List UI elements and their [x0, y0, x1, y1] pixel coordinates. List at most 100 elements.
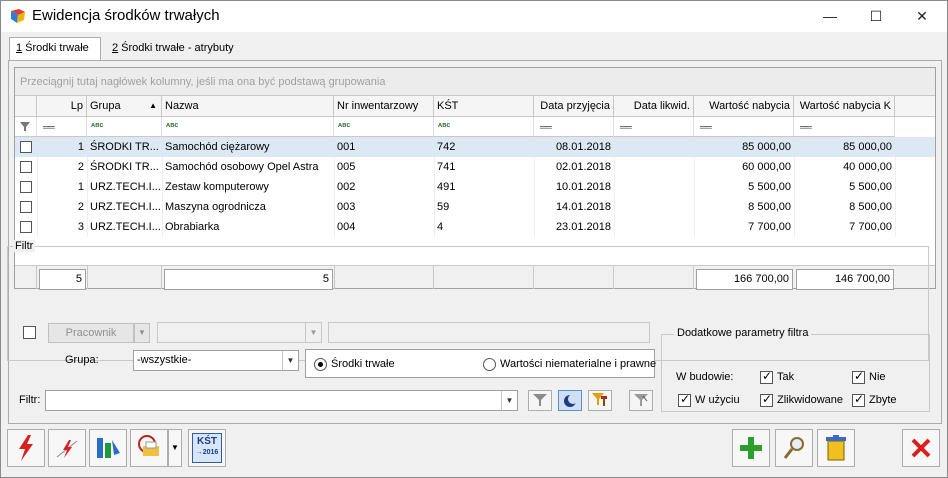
pracownik-dropdown-arrow[interactable]: ▼ — [134, 323, 150, 343]
radio-wnip-label[interactable]: Wartości niematerialne i prawne — [500, 358, 656, 370]
filter-cell-lp[interactable]: ══ — [37, 117, 87, 137]
column-header-checkbox[interactable] — [15, 96, 37, 117]
cell-nr: 001 — [337, 141, 356, 153]
cell-kst: 491 — [437, 181, 456, 193]
column-header-nazwa[interactable]: Nazwa — [162, 96, 334, 117]
zlikwidowane-checkbox[interactable] — [760, 392, 773, 407]
column-header-lp[interactable]: Lp — [37, 96, 87, 117]
moon-icon — [564, 394, 578, 407]
trash-icon — [826, 435, 846, 461]
close-x-icon — [911, 438, 931, 458]
cell-kst: 59 — [437, 201, 450, 213]
cell-wartosc: 85 000,00 — [742, 141, 791, 153]
nie-label[interactable]: Nie — [869, 371, 886, 383]
filter-moon-button[interactable] — [558, 390, 582, 411]
cell-grupa: URZ.TECH.I... — [90, 201, 161, 213]
cell-wartosc-k: 7 700,00 — [849, 221, 892, 233]
abc-icon: ᴀʙc — [338, 122, 351, 129]
operation-button[interactable] — [7, 429, 45, 467]
pracownik-checkbox[interactable] — [23, 326, 36, 339]
tak-checkbox[interactable] — [760, 369, 773, 384]
lightning-document-icon — [56, 440, 78, 458]
filtr-label: Filtr: — [19, 394, 41, 406]
sort-asc-icon: ▲ — [149, 101, 157, 110]
zbyte-checkbox[interactable] — [852, 392, 865, 407]
cell-nr: 003 — [337, 201, 356, 213]
column-header-nr-inwentarzowy[interactable]: Nr inwentarzowy — [334, 96, 434, 117]
main-window: Ewidencja środków trwałych — ☐ ✕ 1 Środk… — [0, 0, 948, 478]
edit-button[interactable] — [775, 429, 813, 467]
tak-label[interactable]: Tak — [777, 371, 794, 383]
radio-srodki-trwale[interactable] — [314, 358, 327, 371]
minimize-button[interactable]: — — [807, 1, 853, 32]
column-header-grupa[interactable]: Grupa ▲ — [87, 96, 162, 117]
close-window-button[interactable]: ✕ — [899, 1, 945, 32]
tab-label: Środki trwałe — [22, 42, 89, 54]
radio-srodki-trwale-label[interactable]: Środki trwałe — [331, 358, 395, 370]
grupa-label: Grupa: — [65, 354, 99, 366]
filter-cell-nr[interactable]: ᴀʙc — [334, 117, 434, 137]
filter-builder-button[interactable] — [588, 390, 612, 411]
group-by-area[interactable]: Przeciągnij tutaj nagłówek kolumny, jeśl… — [15, 68, 935, 96]
filter-cell-kst[interactable]: ᴀʙc — [434, 117, 534, 137]
cell-data-przyjecia: 02.01.2018 — [555, 161, 611, 173]
w-uzyciu-label[interactable]: W użyciu — [695, 394, 740, 406]
table-row[interactable]: 3 URZ.TECH.I... Obrabiarka 004 4 23.01.2… — [15, 217, 935, 237]
zbyte-label[interactable]: Zbyte — [869, 394, 897, 406]
row-checkbox[interactable] — [20, 181, 32, 193]
abc-icon: ᴀʙc — [91, 122, 104, 129]
funnel-icon — [20, 122, 30, 131]
cell-data-przyjecia: 08.01.2018 — [555, 141, 611, 153]
filter-cell-wartosc-k[interactable]: ══ — [794, 117, 895, 137]
table-row[interactable]: 1 ŚRODKI TR... Samochód ciężarowy 001 74… — [15, 137, 935, 157]
pracownik-combo[interactable]: ▼ — [157, 322, 322, 343]
equals-icon: ══ — [540, 122, 552, 132]
delete-button[interactable] — [817, 429, 855, 467]
filter-cell-nazwa[interactable]: ᴀʙc — [162, 117, 334, 137]
maximize-button[interactable]: ☐ — [853, 1, 899, 32]
kst-2016-button[interactable]: KŚT →2016 — [188, 429, 226, 467]
table-row[interactable]: 1 URZ.TECH.I... Zestaw komputerowy 002 4… — [15, 177, 935, 197]
row-checkbox[interactable] — [20, 141, 32, 153]
column-header-data-przyjecia[interactable]: Data przyjęcia — [534, 96, 614, 117]
print-button[interactable] — [130, 429, 168, 467]
column-header-wartosc-nabycia-k[interactable]: Wartość nabycia K — [794, 96, 895, 117]
filter-cell-wartosc[interactable]: ══ — [694, 117, 794, 137]
grupa-select[interactable]: -wszystkie- ▼ — [133, 350, 299, 371]
tab-srodki-trwale-atrybuty[interactable]: 2 Środki trwałe - atrybuty — [106, 38, 256, 61]
lightning-icon — [19, 435, 33, 461]
cell-grupa: ŚRODKI TR... — [90, 161, 159, 173]
documents-button[interactable] — [89, 429, 127, 467]
pracownik-name-field — [328, 322, 650, 343]
print-dropdown-button[interactable]: ▼ — [168, 429, 182, 467]
zlikwidowane-label[interactable]: Zlikwidowane — [777, 394, 843, 406]
filtr-input[interactable]: ▼ — [45, 390, 518, 411]
pracownik-button[interactable]: Pracownik — [48, 323, 134, 343]
clear-filter-button[interactable] — [629, 390, 653, 411]
title-bar: Ewidencja środków trwałych — ☐ ✕ — [1, 1, 947, 32]
funnel-icon — [533, 394, 547, 406]
cell-nr: 004 — [337, 221, 356, 233]
column-header-data-likwid[interactable]: Data likwid. — [614, 96, 694, 117]
nie-checkbox[interactable] — [852, 369, 865, 384]
column-header-wartosc-nabycia[interactable]: Wartość nabycia — [694, 96, 794, 117]
row-checkbox[interactable] — [20, 221, 32, 233]
filter-cell-data-likwid[interactable]: ══ — [614, 117, 694, 137]
tab-srodki-trwale[interactable]: 1 Środki trwałe — [9, 37, 101, 61]
app-logo-icon — [11, 9, 25, 23]
filter-cell-grupa[interactable]: ᴀʙc — [87, 117, 162, 137]
filter-row-clear[interactable] — [15, 117, 37, 137]
filter-cell-data-przyjecia[interactable]: ══ — [534, 117, 614, 137]
radio-wnip[interactable] — [483, 358, 496, 371]
table-row[interactable]: 2 URZ.TECH.I... Maszyna ogrodnicza 003 5… — [15, 197, 935, 217]
w-uzyciu-checkbox[interactable] — [678, 392, 691, 407]
column-header-kst[interactable]: KŚT — [434, 96, 534, 117]
close-button[interactable] — [902, 429, 940, 467]
add-button[interactable] — [732, 429, 770, 467]
row-checkbox[interactable] — [20, 201, 32, 213]
table-row[interactable]: 2 ŚRODKI TR... Samochód osobowy Opel Ast… — [15, 157, 935, 177]
apply-filter-button[interactable] — [528, 390, 552, 411]
row-checkbox[interactable] — [20, 161, 32, 173]
operation-list-button[interactable] — [48, 429, 86, 467]
equals-icon: ══ — [700, 122, 712, 132]
